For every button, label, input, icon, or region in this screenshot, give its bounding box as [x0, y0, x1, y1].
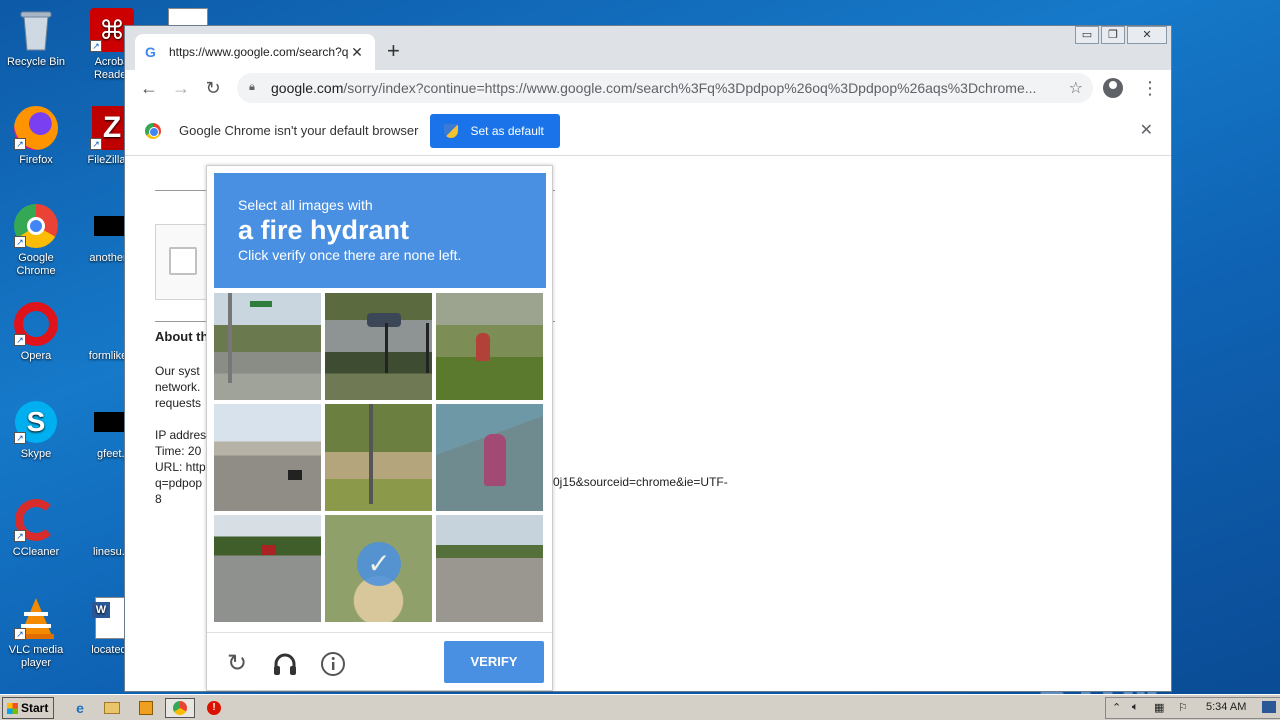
recaptcha-challenge: Select all images with a fire hydrant Cl… — [206, 165, 553, 691]
image-grid: ✓ — [214, 293, 546, 625]
show-hidden-icons-icon[interactable]: ⌃ — [1112, 701, 1121, 714]
profile-avatar-icon[interactable] — [1103, 78, 1123, 98]
shortcut-arrow-icon: ↗ — [90, 40, 102, 52]
shortcut-arrow-icon: ↗ — [14, 138, 26, 150]
image-tile[interactable] — [214, 404, 321, 511]
browser-tab[interactable]: G https://www.google.com/search?q= ✕ — [135, 34, 375, 70]
browser-toolbar: ← → ↻ 🔒︎ google.com /sorry/index?continu… — [125, 70, 1171, 106]
taskbar: Start e ! ⌃ 🔈︎ ▦ ⚐ 5:34 AM — [0, 694, 1280, 720]
close-window-button[interactable]: ✕ — [1127, 26, 1167, 44]
desktop-icon-label: VLC media player — [8, 644, 64, 669]
shortcut-arrow-icon: ↗ — [14, 236, 26, 248]
restore-button[interactable]: ❐ — [1101, 26, 1125, 44]
url-path: /sorry/index?continue=https://www.google… — [343, 80, 1037, 96]
challenge-hint: Click verify once there are none left. — [238, 247, 462, 263]
about-heading: About th — [155, 329, 209, 344]
image-tile[interactable] — [436, 404, 543, 511]
desktop-icon-label: Skype — [20, 448, 52, 460]
opera-icon: ↗ — [14, 302, 58, 346]
desktop-icon-label: gfeet.j — [97, 448, 127, 460]
start-button[interactable]: Start — [2, 697, 54, 719]
infobar-close-icon[interactable]: ✕ — [1140, 120, 1153, 140]
desktop-icon-label: CCleaner — [12, 546, 60, 558]
chrome-icon: ↗ — [14, 204, 58, 248]
default-browser-infobar: Google Chrome isn't your default browser… — [125, 106, 1171, 156]
desktop-icon-firefox[interactable]: ↗ Firefox — [0, 106, 72, 167]
shortcut-arrow-icon: ↗ — [90, 138, 102, 150]
firefox-icon: ↗ — [14, 106, 58, 150]
recycle-bin-icon — [14, 8, 58, 52]
image-tile[interactable]: ✓ — [325, 515, 432, 622]
new-tab-button[interactable]: + — [387, 40, 400, 62]
action-center-flag-icon[interactable]: ⚐ — [1178, 701, 1188, 714]
desktop-icon-label: Firefox — [19, 154, 53, 166]
desktop-icon-label: Recycle Bin — [6, 56, 66, 68]
recaptcha-checkbox[interactable] — [169, 247, 197, 275]
uac-shield-icon — [444, 123, 459, 138]
opera-taskbar-icon[interactable]: ! — [202, 698, 226, 718]
desktop-icon-opera[interactable]: ↗ Opera — [0, 302, 72, 363]
shortcut-arrow-icon: ↗ — [14, 628, 26, 640]
system-tray: ⌃ 🔈︎ ▦ ⚐ 5:34 AM — [1105, 697, 1280, 719]
challenge-instruction: Select all images with — [238, 197, 373, 213]
verify-button[interactable]: VERIFY — [444, 641, 544, 683]
image-tile[interactable] — [436, 293, 543, 400]
image-tile[interactable] — [436, 515, 543, 622]
challenge-target: a fire hydrant — [238, 215, 410, 245]
reload-button[interactable]: ↻ — [201, 76, 225, 100]
desktop-icon-chrome[interactable]: ↗ Google Chrome — [0, 204, 72, 278]
challenge-header: Select all images with a fire hydrant Cl… — [214, 173, 546, 288]
explorer-taskbar-icon[interactable] — [100, 698, 124, 718]
image-tile[interactable] — [214, 515, 321, 622]
vlc-icon: ↗ — [14, 596, 58, 640]
bookmark-star-icon[interactable]: ☆ — [1069, 78, 1083, 98]
info-icon[interactable] — [320, 651, 346, 677]
tab-title: https://www.google.com/search?q= — [169, 45, 349, 59]
shortcut-arrow-icon: ↗ — [14, 334, 26, 346]
page-content: About th Our syst network. requests IP a… — [125, 157, 1171, 693]
ie-taskbar-icon[interactable]: e — [68, 698, 92, 718]
skype-icon: S ↗ — [14, 400, 58, 444]
minimize-button[interactable]: ▭ — [1075, 26, 1099, 44]
forward-button[interactable]: → — [169, 76, 193, 100]
lock-icon: 🔒︎ — [249, 81, 255, 93]
selected-check-icon: ✓ — [357, 542, 401, 586]
image-tile[interactable] — [325, 293, 432, 400]
desktop-icon-label: Opera — [20, 350, 52, 362]
desktop-icon-skype[interactable]: S ↗ Skype — [0, 400, 72, 461]
desktop-icon-vlc[interactable]: ↗ VLC media player — [0, 596, 72, 670]
set-as-default-label: Set as default — [470, 123, 544, 138]
image-tile[interactable] — [214, 293, 321, 400]
title-bar: G https://www.google.com/search?q= ✕ + ▭… — [125, 26, 1171, 70]
tab-close-icon[interactable]: ✕ — [349, 44, 365, 61]
url-tail-text: 0j15&sourceid=chrome&ie=UTF- — [553, 475, 728, 489]
clock: 5:34 AM — [1206, 701, 1247, 713]
chrome-logo-icon — [145, 122, 161, 139]
desktop-icon-ccleaner[interactable]: ↗ CCleaner — [0, 498, 72, 559]
media-player-taskbar-icon[interactable] — [134, 698, 158, 718]
address-bar[interactable]: 🔒︎ google.com /sorry/index?continue=http… — [237, 73, 1093, 103]
infobar-text: Google Chrome isn't your default browser — [179, 123, 419, 138]
ccleaner-icon: ↗ — [14, 498, 58, 542]
challenge-footer: ↻ VERIFY — [207, 632, 552, 692]
image-tile[interactable] — [325, 404, 432, 511]
show-desktop-icon[interactable] — [1262, 701, 1276, 713]
chrome-menu-icon[interactable]: ⋮ — [1141, 76, 1159, 100]
shortcut-arrow-icon: ↗ — [14, 432, 26, 444]
audio-challenge-icon[interactable] — [272, 651, 298, 677]
network-icon[interactable]: ▦ — [1154, 701, 1164, 714]
reload-challenge-icon[interactable]: ↻ — [224, 651, 250, 677]
set-as-default-button[interactable]: Set as default — [430, 113, 560, 148]
back-button[interactable]: ← — [137, 76, 161, 100]
chrome-taskbar-icon[interactable] — [165, 698, 195, 718]
shortcut-arrow-icon: ↗ — [14, 530, 26, 542]
google-favicon-icon: G — [145, 44, 156, 60]
chrome-window: G https://www.google.com/search?q= ✕ + ▭… — [124, 25, 1172, 692]
desktop-icon-label: Google Chrome — [16, 252, 56, 277]
url-host: google.com — [271, 80, 344, 96]
desktop-icon-recycle-bin[interactable]: Recycle Bin — [0, 8, 72, 69]
volume-icon[interactable]: 🔈︎ — [1132, 701, 1139, 714]
document-icon — [166, 8, 210, 26]
